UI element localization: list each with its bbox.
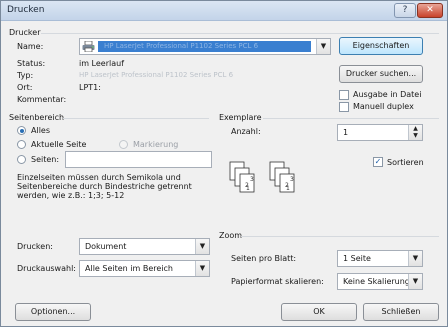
zoom-section-divider xyxy=(241,236,439,237)
title-bar: Drucken ? ✕ xyxy=(1,1,447,21)
chevron-down-icon[interactable]: ▼ xyxy=(408,274,422,289)
where-value: LPT1: xyxy=(79,83,101,92)
pages-radio[interactable] xyxy=(17,155,26,164)
print-options-label: Druckauswahl: xyxy=(17,264,76,273)
page-range-help-line-3: werden, wie z.B.: 1;3; 5-12 xyxy=(17,191,125,200)
copies-section-title: Exemplare xyxy=(219,113,262,122)
current-page-label: Aktuelle Seite xyxy=(31,140,87,149)
copies-count-input[interactable]: 1 ▲ ▼ xyxy=(337,124,423,141)
close-button-label: Schließen xyxy=(381,307,421,316)
collate-page-stack-icon: 321 321 xyxy=(229,161,299,203)
scale-value: Keine Skalierung xyxy=(343,277,410,286)
printer-icon xyxy=(82,40,95,54)
copies-count-label: Anzahl: xyxy=(231,127,261,136)
pages-input[interactable] xyxy=(65,151,212,168)
print-dialog: Drucken ? ✕ Drucker Name: HP LaserJet Pr… xyxy=(0,0,448,327)
collate-label: Sortieren xyxy=(387,158,424,167)
status-label: Status: xyxy=(17,59,46,68)
svg-text:1: 1 xyxy=(286,185,290,192)
comment-label: Kommentar: xyxy=(17,95,67,104)
print-what-label: Drucken: xyxy=(17,242,53,251)
dialog-title: Drucken xyxy=(7,5,45,15)
window-controls: ? ✕ xyxy=(393,3,443,18)
type-label: Typ: xyxy=(17,71,34,80)
type-value: HP LaserJet Professional P1102 Series PC… xyxy=(79,71,234,79)
properties-button-label: Eigenschaften xyxy=(352,41,410,50)
page-range-help-line-1: Einzelseiten müssen durch Semikola und xyxy=(17,173,181,182)
print-to-file-label: Ausgabe in Datei xyxy=(353,90,422,99)
chevron-down-icon[interactable]: ▼ xyxy=(195,239,209,254)
print-options-dropdown[interactable]: Alle Seiten im Bereich ▼ xyxy=(79,260,210,277)
svg-text:3: 3 xyxy=(290,176,294,183)
print-to-file-checkbox[interactable] xyxy=(339,90,349,100)
selection-label: Markierung xyxy=(133,140,179,149)
properties-button[interactable]: Eigenschaften xyxy=(339,37,423,55)
help-button[interactable]: ? xyxy=(394,3,416,18)
zoom-section-title: Zoom xyxy=(219,231,243,240)
print-options-value: Alle Seiten im Bereich xyxy=(85,264,173,273)
find-printer-button-label: Drucker suchen... xyxy=(345,69,417,78)
chevron-down-icon[interactable]: ▼ xyxy=(408,251,422,266)
manual-duplex-checkbox[interactable] xyxy=(339,102,349,112)
copies-section-divider xyxy=(263,118,439,119)
pages-per-sheet-label: Seiten pro Blatt: xyxy=(231,254,297,263)
scale-dropdown[interactable]: Keine Skalierung ▼ xyxy=(337,273,423,290)
close-button[interactable]: Schließen xyxy=(363,303,439,321)
svg-text:1: 1 xyxy=(246,185,250,192)
selection-radio[interactable] xyxy=(119,140,128,149)
options-button-label: Optionen... xyxy=(30,307,76,316)
page-range-section-divider xyxy=(63,118,209,119)
options-button[interactable]: Optionen... xyxy=(15,303,91,321)
copies-count-value: 1 xyxy=(343,128,349,137)
spinner-icon[interactable]: ▲ ▼ xyxy=(408,125,422,140)
print-what-dropdown[interactable]: Dokument ▼ xyxy=(79,238,210,255)
page-range-help-line-2: Seitenbereiche durch Bindestriche getren… xyxy=(17,182,192,191)
printer-name-dropdown[interactable]: HP LaserJet Professional P1102 Series PC… xyxy=(79,38,331,55)
close-window-button[interactable]: ✕ xyxy=(417,3,443,18)
printer-name-label: Name: xyxy=(17,42,44,51)
chevron-down-icon[interactable]: ▼ xyxy=(195,261,209,276)
ok-button[interactable]: OK xyxy=(281,303,357,321)
status-value: im Leerlauf xyxy=(79,59,125,68)
manual-duplex-label: Manuell duplex xyxy=(353,102,414,111)
all-pages-radio[interactable] xyxy=(17,126,26,135)
pages-per-sheet-dropdown[interactable]: 1 Seite ▼ xyxy=(337,250,423,267)
print-what-value: Dokument xyxy=(85,242,127,251)
printer-name-value: HP LaserJet Professional P1102 Series PC… xyxy=(104,42,259,50)
scale-label: Papierformat skalieren: xyxy=(231,277,324,286)
printer-section-divider xyxy=(41,33,439,34)
pages-label: Seiten: xyxy=(31,155,60,164)
current-page-radio[interactable] xyxy=(17,140,26,149)
ok-button-label: OK xyxy=(313,307,325,316)
printer-section-title: Drucker xyxy=(9,28,41,37)
all-pages-label: Alles xyxy=(31,126,51,135)
pages-per-sheet-value: 1 Seite xyxy=(343,254,371,263)
svg-text:3: 3 xyxy=(250,176,254,183)
where-label: Ort: xyxy=(17,83,33,92)
find-printer-button[interactable]: Drucker suchen... xyxy=(339,65,423,83)
page-range-section-title: Seitenbereich xyxy=(9,113,65,122)
collate-checkbox[interactable]: ✓ xyxy=(373,157,383,167)
chevron-down-icon[interactable]: ▼ xyxy=(316,39,330,54)
